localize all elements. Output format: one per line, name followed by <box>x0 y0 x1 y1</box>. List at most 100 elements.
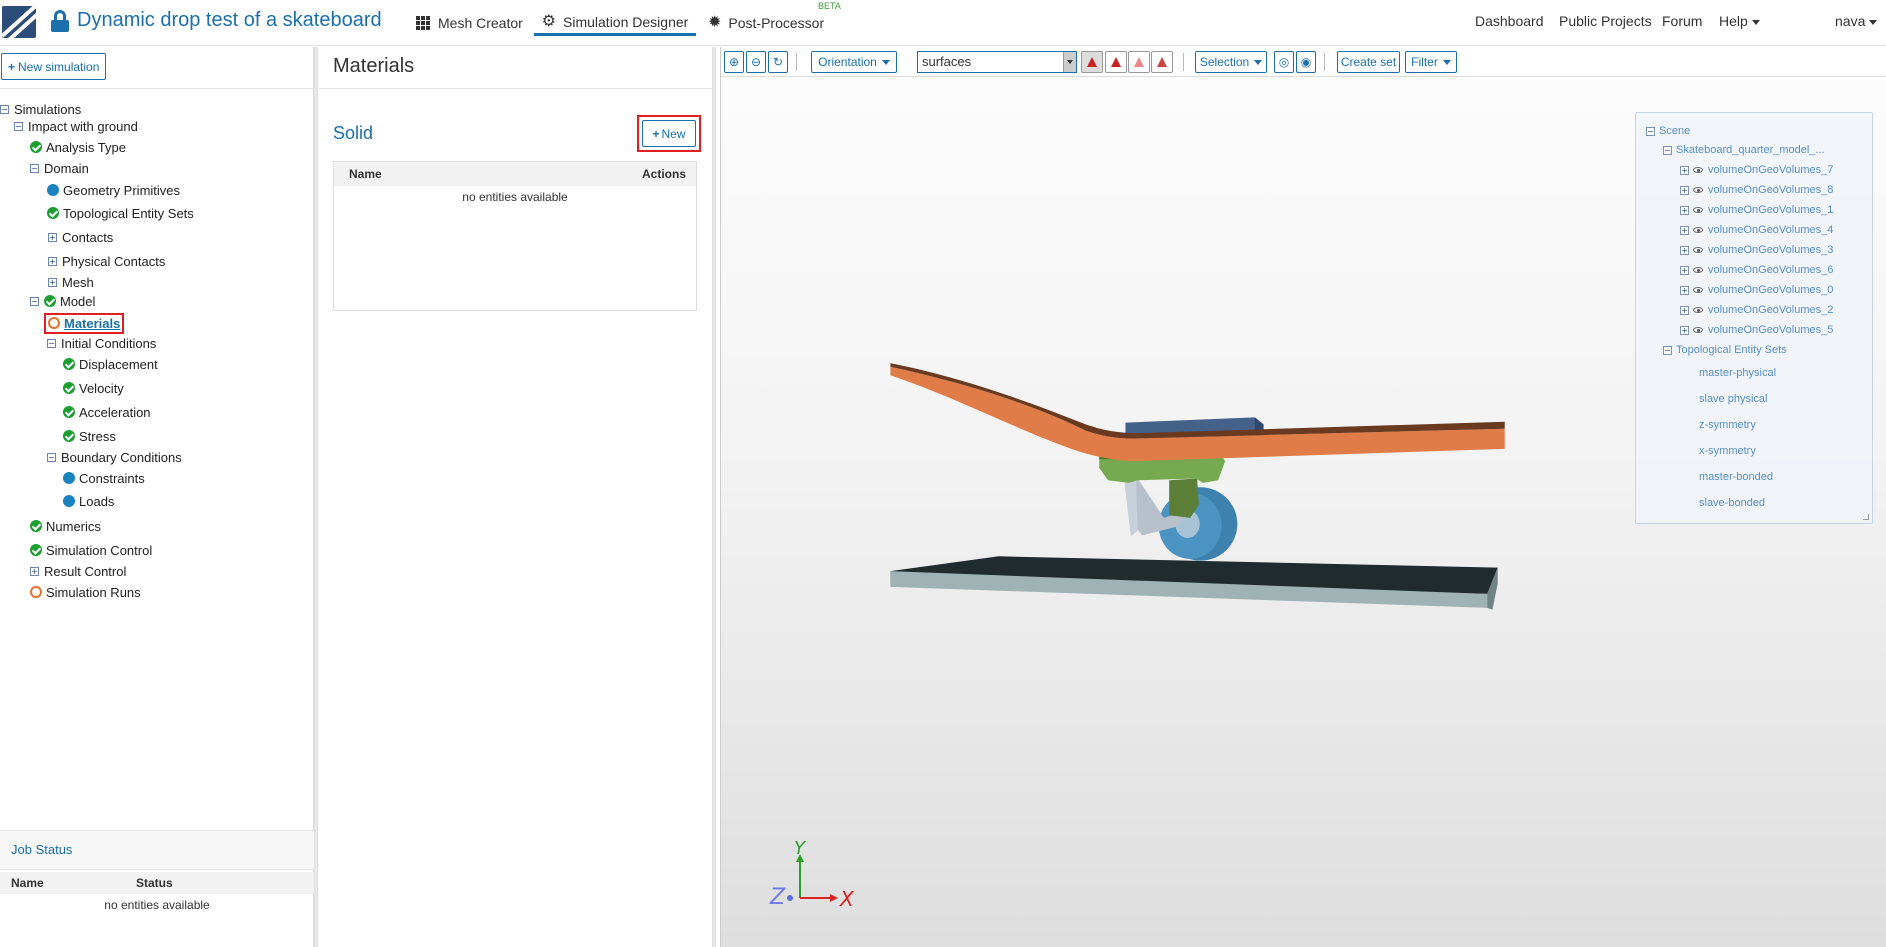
eye-icon[interactable] <box>1693 327 1703 333</box>
dashboard-link[interactable]: Dashboard <box>1475 13 1544 29</box>
collapse-icon[interactable]: − <box>1663 345 1672 355</box>
reset-view-button[interactable]: ↻ <box>768 51 788 73</box>
tree-item-numerics[interactable]: Numerics <box>30 517 101 535</box>
eye-icon[interactable] <box>1693 307 1703 313</box>
tree-item-loads[interactable]: Loads <box>63 492 114 510</box>
tree-item-contacts[interactable]: + Contacts <box>48 228 113 246</box>
eye-icon[interactable] <box>1693 167 1703 173</box>
expand-icon[interactable]: + <box>48 277 57 287</box>
expand-icon[interactable]: + <box>1680 325 1689 335</box>
zoom-in-button[interactable]: ⊕ <box>724 51 744 73</box>
scene-volume[interactable]: + volumeOnGeoVolumes_1 <box>1680 202 1833 218</box>
scene-topo-sets[interactable]: − Topological Entity Sets <box>1663 342 1787 358</box>
simscale-logo[interactable] <box>2 6 36 38</box>
eye-icon[interactable] <box>1693 207 1703 213</box>
scene-volume[interactable]: + volumeOnGeoVolumes_7 <box>1680 162 1833 178</box>
tree-item-acceleration[interactable]: Acceleration <box>63 403 151 421</box>
outline-button[interactable] <box>1151 51 1173 73</box>
expand-icon[interactable]: + <box>1680 165 1689 175</box>
tree-item-velocity[interactable]: Velocity <box>63 379 124 397</box>
scene-volume[interactable]: + volumeOnGeoVolumes_2 <box>1680 302 1833 318</box>
panel-splitter[interactable] <box>712 47 716 947</box>
tree-item-stress[interactable]: Stress <box>63 427 116 445</box>
expand-icon[interactable]: + <box>30 566 39 576</box>
user-menu[interactable]: nava <box>1835 13 1878 29</box>
expand-icon[interactable]: + <box>1680 205 1689 215</box>
tree-label[interactable]: Materials <box>64 316 120 331</box>
tree-item-domain[interactable]: − Domain <box>30 159 89 177</box>
collapse-icon[interactable]: − <box>30 296 39 306</box>
filter-dropdown[interactable]: Filter <box>1405 51 1457 73</box>
collapse-icon[interactable]: − <box>0 104 9 114</box>
scene-volume[interactable]: + volumeOnGeoVolumes_5 <box>1680 322 1833 338</box>
tree-item-boundary-conditions[interactable]: − Boundary Conditions <box>47 448 182 466</box>
forum-link[interactable]: Forum <box>1662 13 1702 29</box>
tree-item-simulations[interactable]: − Simulations <box>0 100 81 118</box>
render-mode-select[interactable]: surfaces <box>917 51 1077 73</box>
scene-set[interactable]: slave physical <box>1699 391 1767 407</box>
collapse-icon[interactable]: − <box>47 452 56 462</box>
create-set-button[interactable]: Create set <box>1337 51 1400 73</box>
eye-icon[interactable] <box>1693 287 1703 293</box>
hide-selection-button[interactable]: ◎ <box>1274 51 1294 73</box>
tree-item-analysis-type[interactable]: Analysis Type <box>30 138 126 156</box>
scene-set[interactable]: slave-bonded <box>1699 495 1765 511</box>
scene-volume[interactable]: + volumeOnGeoVolumes_3 <box>1680 242 1833 258</box>
public-projects-link[interactable]: Public Projects <box>1559 13 1652 29</box>
surface-mode-button[interactable] <box>1081 51 1103 73</box>
scene-set[interactable]: x-symmetry <box>1699 443 1756 459</box>
zoom-out-button[interactable]: ⊖ <box>746 51 766 73</box>
surface-edges-button[interactable] <box>1105 51 1127 73</box>
new-simulation-button[interactable]: + New simulation <box>1 53 107 80</box>
resize-handle-icon[interactable] <box>1863 514 1869 520</box>
scene-volume[interactable]: + volumeOnGeoVolumes_0 <box>1680 282 1833 298</box>
collapse-icon[interactable]: − <box>47 338 56 348</box>
scene-set[interactable]: z-symmetry <box>1699 417 1756 433</box>
scene-volume[interactable]: + volumeOnGeoVolumes_6 <box>1680 262 1833 278</box>
expand-icon[interactable]: + <box>48 256 57 266</box>
tab-simulation-designer[interactable]: ⚙ Simulation Designer <box>534 11 696 36</box>
tree-item-mesh[interactable]: + Mesh <box>48 273 94 291</box>
tab-post-processor[interactable]: ✹ Post-Processor <box>708 11 824 35</box>
tree-item-impact-with-ground[interactable]: − Impact with ground <box>14 117 138 135</box>
scene-set[interactable]: master-bonded <box>1699 469 1773 485</box>
scene-root[interactable]: − Scene <box>1646 123 1690 139</box>
expand-icon[interactable]: + <box>1680 225 1689 235</box>
expand-icon[interactable]: + <box>1680 245 1689 255</box>
tab-mesh-creator[interactable]: Mesh Creator <box>416 11 523 35</box>
tree-item-geometry-primitives[interactable]: Geometry Primitives <box>47 181 180 199</box>
tree-item-topological-entity-sets[interactable]: Topological Entity Sets <box>47 204 194 222</box>
scene-volume[interactable]: + volumeOnGeoVolumes_8 <box>1680 182 1833 198</box>
expand-icon[interactable]: + <box>1680 305 1689 315</box>
collapse-icon[interactable]: − <box>1646 126 1655 136</box>
eye-icon[interactable] <box>1693 227 1703 233</box>
panel-splitter[interactable] <box>314 47 318 947</box>
tree-item-physical-contacts[interactable]: + Physical Contacts <box>48 252 165 270</box>
tree-item-model[interactable]: − Model <box>30 292 95 310</box>
expand-icon[interactable]: + <box>48 232 57 242</box>
selection-dropdown[interactable]: Selection <box>1195 51 1267 73</box>
tree-item-simulation-control[interactable]: Simulation Control <box>30 541 152 559</box>
new-material-button[interactable]: + New <box>642 120 696 147</box>
tree-item-result-control[interactable]: + Result Control <box>30 562 126 580</box>
expand-icon[interactable]: + <box>1680 285 1689 295</box>
tree-item-materials[interactable]: Materials <box>44 311 125 335</box>
expand-icon[interactable]: + <box>1680 185 1689 195</box>
tree-item-simulation-runs[interactable]: Simulation Runs <box>30 583 141 601</box>
help-menu[interactable]: Help <box>1719 13 1760 29</box>
show-all-button[interactable]: ◉ <box>1296 51 1316 73</box>
collapse-icon[interactable]: − <box>14 121 23 131</box>
tree-item-initial-conditions[interactable]: − Initial Conditions <box>47 334 156 352</box>
collapse-icon[interactable]: − <box>1663 145 1672 155</box>
scene-volume[interactable]: + volumeOnGeoVolumes_4 <box>1680 222 1833 238</box>
scene-set[interactable]: master-physical <box>1699 365 1776 381</box>
expand-icon[interactable]: + <box>1680 265 1689 275</box>
collapse-icon[interactable]: − <box>30 163 39 173</box>
scene-model[interactable]: − Skateboard_quarter_model_... <box>1663 142 1825 158</box>
tree-item-displacement[interactable]: Displacement <box>63 355 158 373</box>
wireframe-button[interactable] <box>1128 51 1150 73</box>
eye-icon[interactable] <box>1693 187 1703 193</box>
orientation-dropdown[interactable]: Orientation <box>811 51 897 73</box>
eye-icon[interactable] <box>1693 267 1703 273</box>
eye-icon[interactable] <box>1693 247 1703 253</box>
